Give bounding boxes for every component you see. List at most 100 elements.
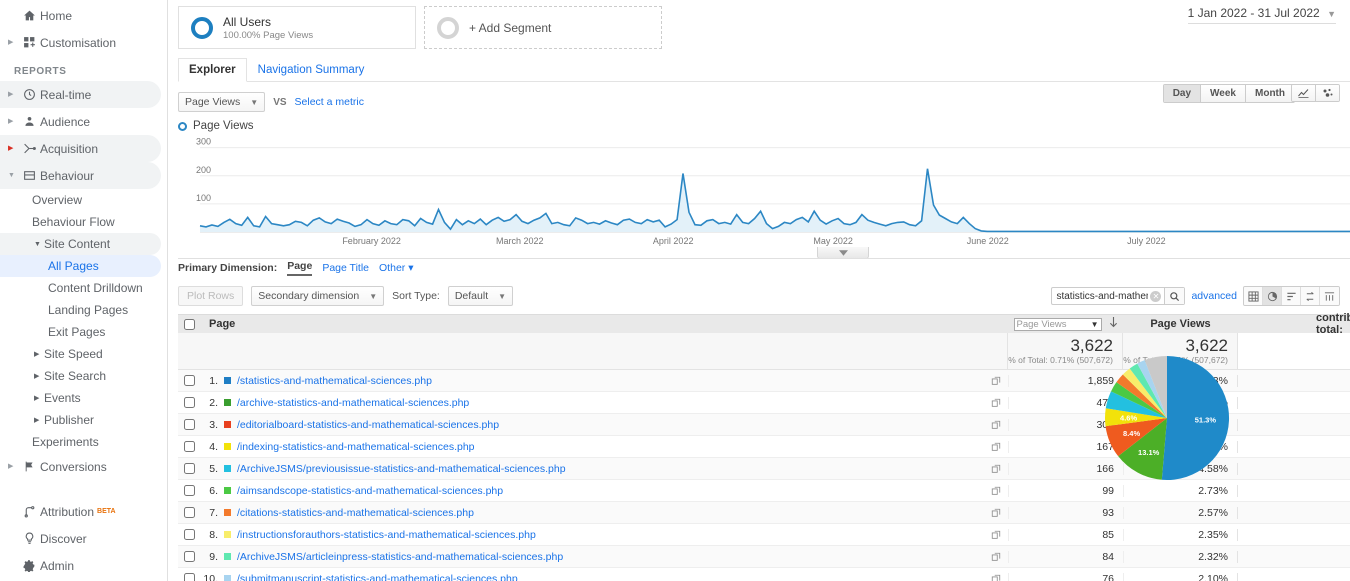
sidebar-item-label: Attribution bbox=[40, 505, 94, 519]
sidebar-item-site-search[interactable]: ▶ Site Search bbox=[0, 365, 167, 387]
chevron-down-icon: ▼ bbox=[8, 172, 18, 179]
row-checkbox[interactable] bbox=[184, 551, 195, 562]
row-page-link[interactable]: /citations-statistics-and-mathematical-s… bbox=[237, 507, 984, 519]
column-header-pageviews[interactable]: Page Views bbox=[1123, 318, 1238, 330]
table-row[interactable]: 8./instructionsforauthors-statistics-and… bbox=[178, 524, 1350, 546]
sidebar-item-behaviour-flow[interactable]: Behaviour Flow bbox=[0, 211, 167, 233]
sidebar-item-site-speed[interactable]: ▶ Site Speed bbox=[0, 343, 167, 365]
select-a-metric-link[interactable]: Select a metric bbox=[295, 96, 364, 108]
table-row[interactable]: 10./submitmanuscript-statistics-and-math… bbox=[178, 568, 1350, 581]
pivot-view-icon[interactable] bbox=[1320, 287, 1339, 305]
open-page-icon[interactable] bbox=[984, 530, 1008, 540]
metric-column-select[interactable]: Page Views ▼ bbox=[1014, 318, 1102, 331]
pie-view-icon[interactable] bbox=[1263, 287, 1282, 305]
sidebar-item-customisation[interactable]: ▶ Customisation bbox=[0, 29, 167, 56]
row-checkbox[interactable] bbox=[184, 419, 195, 430]
row-page-link[interactable]: /indexing-statistics-and-mathematical-sc… bbox=[237, 441, 984, 453]
row-page-link[interactable]: /editorialboard-statistics-and-mathemati… bbox=[237, 419, 984, 431]
granularity-week[interactable]: Week bbox=[1201, 85, 1246, 102]
sort-type-select[interactable]: Default ▼ bbox=[448, 286, 513, 306]
sidebar-item-site-content[interactable]: ▼ Site Content bbox=[0, 233, 161, 255]
motion-chart-icon[interactable] bbox=[1316, 85, 1339, 101]
dimension-page[interactable]: Page bbox=[287, 260, 312, 276]
row-page-link[interactable]: /aimsandscope-statistics-and-mathematica… bbox=[237, 485, 984, 497]
table-row[interactable]: 9./ArchiveJSMS/articleinpress-statistics… bbox=[178, 546, 1350, 568]
row-checkbox[interactable] bbox=[184, 441, 195, 452]
sidebar-item-publisher[interactable]: ▶ Publisher bbox=[0, 409, 167, 431]
search-icon[interactable] bbox=[1164, 288, 1184, 304]
sidebar-item-content-drilldown[interactable]: Content Drilldown bbox=[0, 277, 167, 299]
sidebar-item-real-time[interactable]: ▶ Real-time bbox=[0, 81, 161, 108]
dimension-other[interactable]: Other ▾ bbox=[379, 262, 413, 274]
dimension-page-title[interactable]: Page Title bbox=[322, 262, 369, 274]
plot-rows-button[interactable]: Plot Rows bbox=[178, 286, 243, 306]
row-page-link[interactable]: /ArchiveJSMS/articleinpress-statistics-a… bbox=[237, 551, 984, 563]
performance-view-icon[interactable] bbox=[1282, 287, 1301, 305]
chevron-right-icon: ▶ bbox=[8, 145, 18, 152]
search-input[interactable] bbox=[1052, 291, 1150, 302]
sidebar-item-audience[interactable]: ▶ Audience bbox=[0, 108, 167, 135]
secondary-dimension-select[interactable]: Secondary dimension ▼ bbox=[251, 286, 384, 306]
clear-search-icon[interactable]: ✕ bbox=[1150, 291, 1161, 302]
sidebar-item-admin[interactable]: Admin bbox=[0, 552, 168, 579]
tab-navigation-summary[interactable]: Navigation Summary bbox=[247, 58, 376, 82]
sidebar-item-exit-pages[interactable]: Exit Pages bbox=[0, 321, 167, 343]
open-page-icon[interactable] bbox=[984, 574, 1008, 581]
open-page-icon[interactable] bbox=[984, 486, 1008, 496]
open-page-icon[interactable] bbox=[984, 552, 1008, 562]
sidebar-item-acquisition[interactable]: ▶ Acquisition bbox=[0, 135, 161, 162]
open-page-icon[interactable] bbox=[984, 508, 1008, 518]
timeseries-chart[interactable]: 100200300February 2022March 2022April 20… bbox=[178, 136, 1350, 248]
metric-column-label: Page Views bbox=[1017, 319, 1067, 330]
row-checkbox[interactable] bbox=[184, 507, 195, 518]
svg-text:100: 100 bbox=[196, 193, 211, 203]
sidebar-item-home[interactable]: Home bbox=[0, 2, 167, 29]
add-segment-button[interactable]: + Add Segment bbox=[424, 6, 662, 49]
row-page-link[interactable]: /instructionsforauthors-statistics-and-m… bbox=[237, 529, 984, 541]
sidebar-item-attribution[interactable]: Attribution BETA bbox=[0, 498, 168, 525]
line-chart-icon[interactable] bbox=[1292, 85, 1316, 101]
open-page-icon[interactable] bbox=[984, 376, 1008, 386]
row-checkbox[interactable] bbox=[184, 397, 195, 408]
sidebar-item-events[interactable]: ▶ Events bbox=[0, 387, 167, 409]
row-index: 7. bbox=[200, 507, 224, 519]
open-page-icon[interactable] bbox=[984, 442, 1008, 452]
segment-ring-icon bbox=[437, 17, 459, 39]
sort-arrow-icon[interactable] bbox=[1109, 317, 1118, 331]
date-range-picker[interactable]: 1 Jan 2022 - 31 Jul 2022 ▼ bbox=[1188, 6, 1336, 24]
column-header-page[interactable]: Page bbox=[200, 318, 1008, 330]
row-checkbox[interactable] bbox=[184, 529, 195, 540]
granularity-month[interactable]: Month bbox=[1246, 85, 1294, 102]
select-all-checkbox[interactable] bbox=[184, 319, 195, 330]
row-page-link[interactable]: /statistics-and-mathematical-sciences.ph… bbox=[237, 375, 984, 387]
comparison-view-icon[interactable] bbox=[1301, 287, 1320, 305]
sidebar-item-all-pages[interactable]: All Pages bbox=[0, 255, 161, 277]
row-checkbox[interactable] bbox=[184, 573, 195, 581]
row-checkbox[interactable] bbox=[184, 485, 195, 496]
row-checkbox[interactable] bbox=[184, 375, 195, 386]
tab-explorer[interactable]: Explorer bbox=[178, 58, 247, 82]
sidebar-item-overview[interactable]: Overview bbox=[0, 189, 167, 211]
sidebar-item-behaviour[interactable]: ▼ Behaviour bbox=[0, 162, 161, 189]
advanced-link[interactable]: advanced bbox=[1191, 290, 1237, 302]
contribution-pie-chart[interactable]: 51.3%13.1%8.4%4.6% bbox=[1074, 345, 1336, 525]
row-page-link[interactable]: /submitmanuscript-statistics-and-mathema… bbox=[237, 573, 984, 581]
svg-text:51.3%: 51.3% bbox=[1195, 416, 1217, 425]
segment-all-users[interactable]: All Users 100.00% Page Views bbox=[178, 6, 416, 49]
granularity-day[interactable]: Day bbox=[1164, 85, 1201, 102]
open-page-icon[interactable] bbox=[984, 398, 1008, 408]
table-view-icon[interactable] bbox=[1244, 287, 1263, 305]
sidebar-item-discover[interactable]: Discover bbox=[0, 525, 168, 552]
table-controls: Plot Rows Secondary dimension ▼ Sort Typ… bbox=[178, 286, 1350, 306]
main-content: 1 Jan 2022 - 31 Jul 2022 ▼ All Users 100… bbox=[168, 0, 1350, 581]
open-page-icon[interactable] bbox=[984, 420, 1008, 430]
row-checkbox[interactable] bbox=[184, 463, 195, 474]
row-page-link[interactable]: /archive-statistics-and-mathematical-sci… bbox=[237, 397, 984, 409]
row-page-link[interactable]: /ArchiveJSMS/previousissue-statistics-an… bbox=[237, 463, 984, 475]
metric-select[interactable]: Page Views ▼ bbox=[178, 92, 265, 112]
sidebar-item-conversions[interactable]: ▶ Conversions bbox=[0, 453, 167, 480]
sidebar-item-landing-pages[interactable]: Landing Pages bbox=[0, 299, 167, 321]
open-page-icon[interactable] bbox=[984, 464, 1008, 474]
sidebar-item-experiments[interactable]: Experiments bbox=[0, 431, 167, 453]
search-box[interactable]: ✕ bbox=[1051, 287, 1185, 305]
